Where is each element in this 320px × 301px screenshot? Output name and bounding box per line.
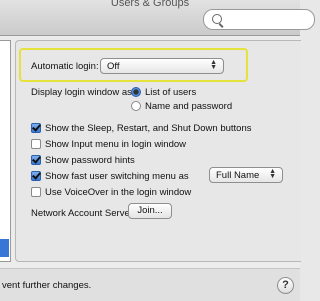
join-button[interactable]: Join... (128, 203, 172, 219)
window-titlebar: Users & Groups (0, 0, 315, 36)
checkbox-show-input-menu[interactable] (31, 139, 41, 149)
network-account-label: Network Account Server: (31, 208, 136, 219)
display-login-label: Display login window as: (31, 87, 135, 98)
automatic-login-popup[interactable]: Off ▲ ▼ (100, 58, 224, 74)
checkbox-show-password-hints-label: Show password hints (45, 155, 135, 166)
popup-arrows-icon: ▲ ▼ (210, 59, 217, 71)
radio-name-and-password[interactable] (131, 101, 141, 111)
search-field[interactable] (203, 9, 315, 30)
checkbox-show-input-menu-label: Show Input menu in login window (45, 139, 187, 150)
users-list-panel[interactable] (0, 40, 11, 262)
checkbox-voiceover-label: Use VoiceOver in the login window (45, 187, 192, 198)
search-icon (212, 14, 222, 24)
footer-bar: vent further changes. ? (0, 268, 300, 301)
radio-name-and-password-label: Name and password (145, 101, 233, 112)
checkbox-fast-user-switching-label: Show fast user switching menu as (45, 171, 189, 182)
selected-user-row[interactable] (0, 239, 9, 257)
checkbox-fast-user-switching[interactable] (31, 171, 41, 181)
radio-list-of-users[interactable] (131, 87, 141, 97)
checkbox-show-sleep-restart-label: Show the Sleep, Restart, and Shut Down b… (45, 123, 252, 134)
checkbox-voiceover[interactable] (31, 187, 41, 197)
radio-list-of-users-label: List of users (145, 87, 197, 98)
help-button[interactable]: ? (277, 277, 294, 294)
automatic-login-label: Automatic login: (31, 61, 99, 72)
checkbox-show-sleep-restart[interactable] (31, 123, 41, 133)
automatic-login-value: Off (107, 61, 120, 72)
fast-switch-popup[interactable]: Full Name ▲ ▼ (209, 167, 283, 183)
checkbox-show-password-hints[interactable] (31, 155, 41, 165)
popup-arrows-icon: ▲ ▼ (269, 168, 276, 180)
lock-message: vent further changes. (2, 280, 92, 291)
window-title: Users & Groups (110, 0, 190, 9)
fast-switch-value: Full Name (216, 170, 260, 181)
